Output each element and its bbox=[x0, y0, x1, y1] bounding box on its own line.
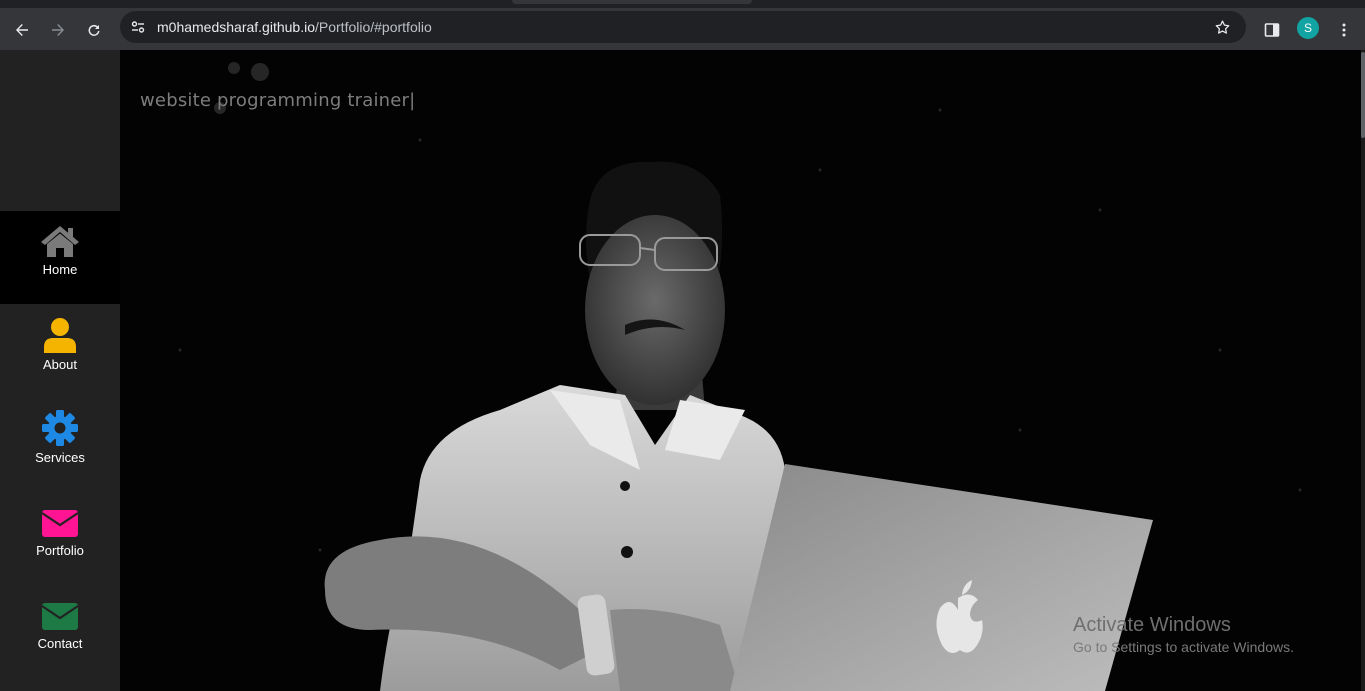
profile-avatar[interactable]: S bbox=[1297, 17, 1319, 39]
sidebar-item-label: Contact bbox=[37, 636, 83, 651]
gear-icon bbox=[42, 410, 78, 446]
tab-strip bbox=[0, 0, 1365, 8]
forward-arrow-icon bbox=[52, 24, 64, 36]
scrollbar-thumb[interactable] bbox=[1361, 52, 1365, 138]
windows-activation-watermark: Activate Windows Go to Settings to activ… bbox=[1073, 614, 1294, 655]
sidebar-item-about[interactable]: About bbox=[0, 304, 120, 397]
address-bar[interactable]: m0hamedsharaf.github.io/Portfolio/#portf… bbox=[120, 11, 1246, 43]
sidebar-item-services[interactable]: Services bbox=[0, 397, 120, 490]
tab[interactable] bbox=[512, 0, 752, 4]
forward-button[interactable] bbox=[44, 16, 72, 44]
watermark-subtitle: Go to Settings to activate Windows. bbox=[1073, 639, 1294, 655]
sidebar-item-contact[interactable]: Contact bbox=[0, 583, 120, 676]
menu-button[interactable] bbox=[1330, 16, 1358, 44]
portrait-photo bbox=[178, 62, 1302, 691]
page-scrollbar[interactable] bbox=[1361, 50, 1365, 691]
sidebar-item-home[interactable]: Home bbox=[0, 211, 120, 304]
side-panel-button[interactable] bbox=[1258, 16, 1286, 44]
watermark-title: Activate Windows bbox=[1073, 614, 1231, 636]
back-arrow-icon bbox=[16, 24, 28, 36]
sidebar-item-label: Services bbox=[35, 450, 85, 465]
envelope-icon bbox=[41, 603, 79, 630]
site-info-icon[interactable] bbox=[128, 17, 148, 37]
sidebar-item-label: About bbox=[43, 357, 77, 372]
browser-toolbar: m0hamedsharaf.github.io/Portfolio/#portf… bbox=[0, 8, 1365, 50]
hero-typed-text: website programming trainer| bbox=[140, 90, 416, 111]
sidebar-item-portfolio[interactable]: Portfolio bbox=[0, 490, 120, 583]
envelope-icon bbox=[41, 510, 79, 537]
url-path: /Portfolio/#portfolio bbox=[315, 19, 432, 35]
kebab-menu-icon bbox=[1342, 23, 1346, 37]
sidebar-nav: Home About Services Portfolio Contact bbox=[0, 50, 120, 691]
sidebar-item-label: Portfolio bbox=[36, 543, 84, 558]
side-panel-icon bbox=[1264, 23, 1280, 37]
url-host: m0hamedsharaf.github.io bbox=[157, 19, 315, 35]
reload-icon bbox=[88, 24, 100, 36]
reload-button[interactable] bbox=[80, 16, 108, 44]
back-button[interactable] bbox=[8, 16, 36, 44]
hero-section: website programming trainer| bbox=[120, 50, 1361, 691]
star-icon[interactable] bbox=[1212, 17, 1232, 37]
user-icon bbox=[44, 318, 76, 353]
sidebar-item-label: Home bbox=[42, 262, 78, 277]
home-icon bbox=[41, 226, 79, 257]
url-text[interactable]: m0hamedsharaf.github.io/Portfolio/#portf… bbox=[157, 19, 432, 35]
